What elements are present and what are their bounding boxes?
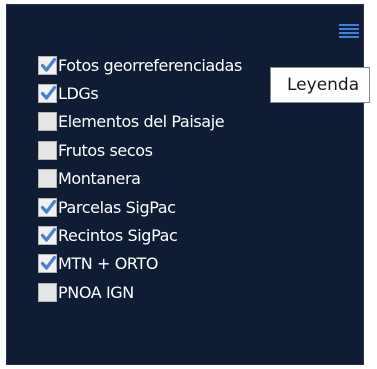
hamburger-menu-icon[interactable]	[339, 24, 359, 42]
layer-label: Montanera	[58, 169, 141, 189]
layer-item-fotos[interactable]: Fotos georreferenciadas	[38, 51, 242, 79]
checkmark-icon	[40, 227, 57, 242]
layer-checkbox[interactable]	[38, 169, 57, 189]
legend-tooltip: Leyenda	[270, 67, 370, 103]
layer-checkbox[interactable]	[38, 197, 57, 217]
layer-item-ldgs[interactable]: LDGs	[38, 79, 242, 107]
checkmark-icon	[40, 85, 57, 100]
layer-item-montanera[interactable]: Montanera	[38, 165, 242, 193]
layer-checkbox[interactable]	[38, 112, 57, 132]
checkmark-icon	[40, 199, 57, 214]
layer-item-recintos[interactable]: Recintos SigPac	[38, 221, 242, 249]
layer-label: Fotos georreferenciadas	[58, 55, 242, 75]
layer-label: LDGs	[58, 84, 99, 104]
layer-checkbox[interactable]	[38, 254, 57, 274]
layer-label: Recintos SigPac	[58, 226, 178, 246]
layer-label: Parcelas SigPac	[58, 197, 176, 217]
layer-list: Fotos georreferenciadas LDGs Elementos d…	[38, 51, 242, 307]
layer-item-frutos[interactable]: Frutos secos	[38, 136, 242, 164]
layer-label: Frutos secos	[58, 140, 153, 160]
layer-checkbox[interactable]	[38, 282, 57, 302]
layer-checkbox[interactable]	[38, 84, 57, 104]
layer-item-elementos[interactable]: Elementos del Paisaje	[38, 108, 242, 136]
layer-label: Elementos del Paisaje	[58, 112, 225, 132]
checkmark-icon	[40, 256, 57, 271]
layer-checkbox[interactable]	[38, 140, 57, 160]
layer-checkbox[interactable]	[38, 226, 57, 246]
layer-checkbox[interactable]	[38, 55, 57, 75]
layer-item-pnoa[interactable]: PNOA IGN	[38, 278, 242, 306]
layer-label: MTN + ORTO	[58, 254, 159, 274]
layer-item-mtn[interactable]: MTN + ORTO	[38, 250, 242, 278]
layer-label: PNOA IGN	[58, 282, 134, 302]
layer-item-parcelas[interactable]: Parcelas SigPac	[38, 193, 242, 221]
checkmark-icon	[40, 57, 57, 72]
